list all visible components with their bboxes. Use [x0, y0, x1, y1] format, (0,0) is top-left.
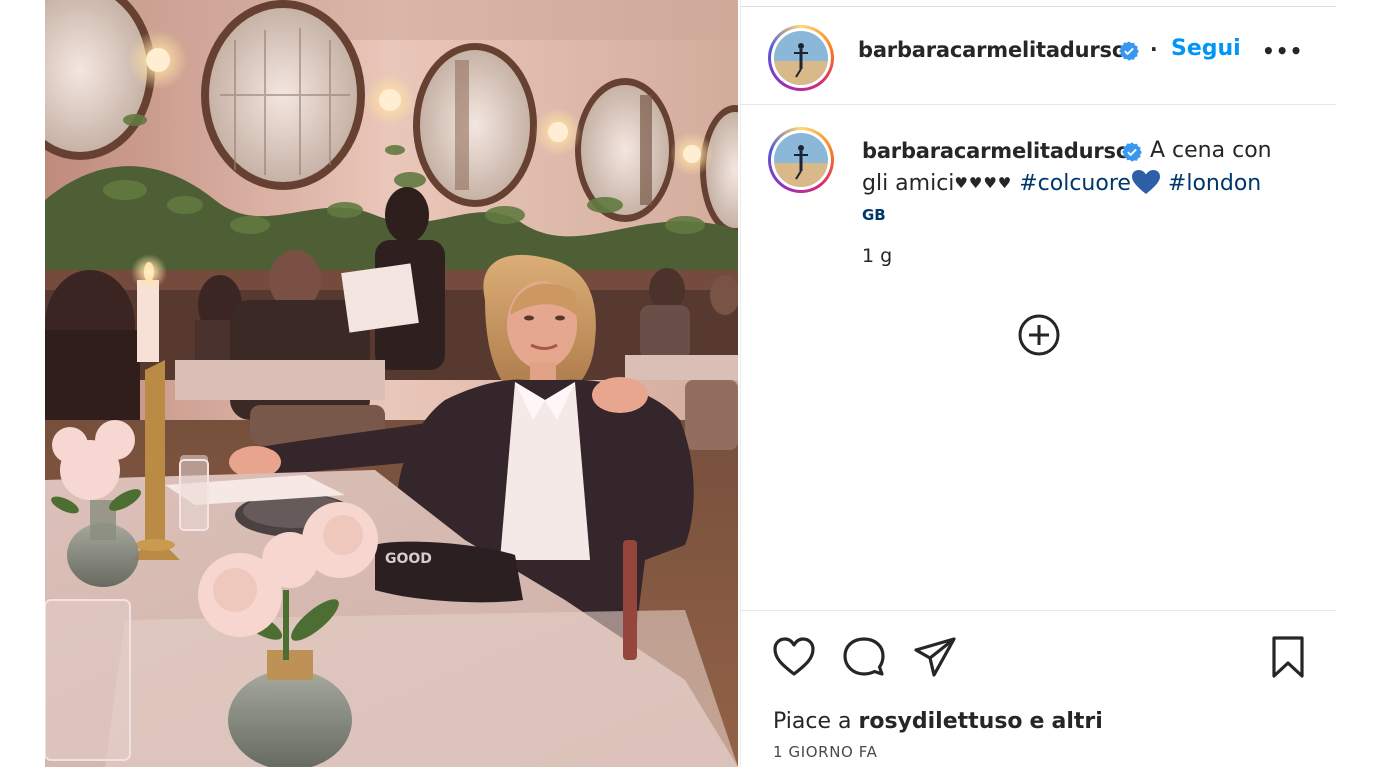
hashtag-colcuore[interactable]: #colcuore — [1019, 171, 1131, 196]
caption-time: 1 g — [862, 245, 893, 267]
instagram-post-screenshot: GOOD barbaracarmelitadurso · Segui ••• b… — [0, 0, 1400, 767]
likes-prefix: Piace a — [773, 709, 852, 734]
caption-username[interactable]: barbaracarmelitadurso — [862, 139, 1130, 163]
follow-button[interactable]: Segui — [1171, 36, 1241, 61]
caption-avatar[interactable] — [768, 127, 834, 193]
likes-summary: Piace a rosydilettuso e altri — [773, 709, 1103, 734]
more-options-icon[interactable]: ••• — [1262, 36, 1302, 66]
caption-text-part: gli amici — [862, 171, 955, 196]
actions-divider — [740, 610, 1336, 611]
post-date: 1 GIORNO FA — [773, 743, 878, 761]
share-icon[interactable] — [912, 634, 958, 680]
verified-badge-icon — [1119, 41, 1139, 61]
caption-text-line2: gli amici♥♥♥♥ #colcuore #london — [862, 169, 1261, 196]
hashtag-london[interactable]: #london — [1168, 171, 1261, 196]
liked-by-user[interactable]: rosydilettuso — [858, 709, 1022, 734]
hearts-emoji: ♥♥♥♥ — [954, 174, 1013, 192]
author-username[interactable]: barbaracarmelitadurso — [858, 38, 1126, 62]
post-header: barbaracarmelitadurso · Segui ••• — [740, 7, 1336, 104]
caption-text: A cena con — [1150, 138, 1272, 163]
likes-and: e — [1029, 709, 1045, 734]
verified-badge-icon — [1122, 142, 1142, 162]
blue-heart-icon — [1131, 170, 1160, 194]
plus-circle-icon[interactable] — [1017, 313, 1061, 357]
heart-icon[interactable] — [771, 634, 817, 680]
restaurant-scene-image: GOOD — [45, 0, 738, 767]
location-tag[interactable]: GB — [862, 206, 886, 224]
separator-dot: · — [1150, 37, 1158, 61]
bookmark-icon[interactable] — [1265, 634, 1311, 680]
post-photo[interactable]: GOOD — [45, 0, 738, 767]
avatar-image — [774, 31, 828, 85]
caption-block: barbaracarmelitadurso A cena con gli ami… — [740, 105, 1336, 305]
comment-icon[interactable] — [841, 634, 887, 680]
avatar-image — [774, 133, 828, 187]
post-panel: barbaracarmelitadurso · Segui ••• barbar… — [740, 0, 1336, 767]
likes-others[interactable]: altri — [1051, 709, 1102, 734]
author-avatar[interactable] — [768, 25, 834, 91]
